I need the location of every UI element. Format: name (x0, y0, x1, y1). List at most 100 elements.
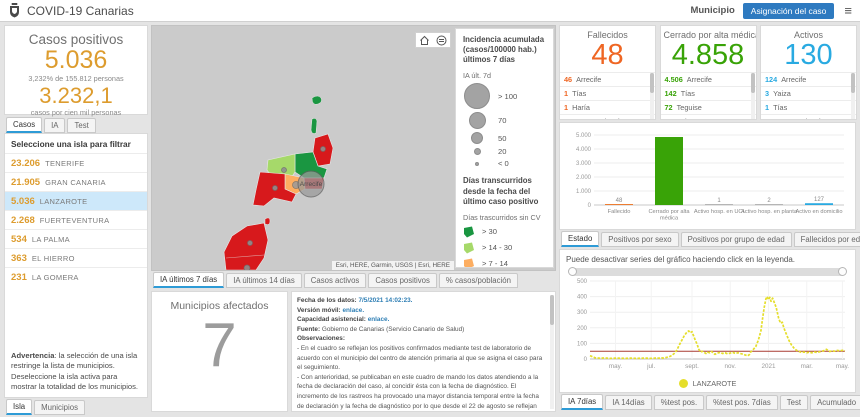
tab-acumulado[interactable]: Acumulado (810, 395, 860, 410)
tab-ia-últimos-14-días[interactable]: IA últimos 14 días (226, 273, 302, 288)
days-label: > 14 - 30 (482, 243, 513, 253)
tab-ia[interactable]: IA (44, 118, 66, 133)
stat-panel-fallecidos: Fallecidos4846Arrecife1Tías1Haría0San Ba… (559, 25, 656, 120)
island-label: FUERTEVENTURA (39, 215, 110, 225)
stat-row-arrecife[interactable]: 4.506 Arrecife (660, 71, 756, 86)
stat-row-tías[interactable]: 142 Tías (660, 85, 756, 100)
stat-row-yaiza[interactable]: 3 Yaiza (761, 85, 856, 100)
island-row-la-gomera[interactable]: 231 LA GOMERA (5, 267, 147, 286)
tab-test[interactable]: Test (779, 395, 809, 410)
slider-handle-right[interactable] (838, 267, 847, 276)
casos-percent-line: 3,232% de 155.812 personas (28, 74, 124, 84)
island-value: 2.268 (11, 214, 35, 226)
stat-scrollbar[interactable] (750, 73, 755, 119)
info-link[interactable]: 7/5/2021 14:02:23. (358, 297, 412, 304)
island-row-el-hierro[interactable]: 363 EL HIERRO (5, 248, 147, 267)
tab-%test-pos[interactable]: %test pos. (653, 395, 705, 410)
slider-handle-left[interactable] (568, 267, 577, 276)
tab-positivos-por-sexo[interactable]: Positivos por sexo (601, 232, 679, 247)
tab-estado[interactable]: Estado (561, 231, 600, 247)
tab-casos[interactable]: Casos (6, 117, 43, 133)
stat-row-san-bartolomé[interactable]: 0San Bartolomé (560, 113, 655, 119)
svg-text:may.: may. (836, 363, 849, 370)
tab-ia-7días[interactable]: IA 7días (561, 394, 604, 410)
timeline-line-chart: 0 100 200 300 400 500 may. jul. sept. nov. 2021 mar… (577, 279, 849, 370)
svg-text:4.000: 4.000 (576, 147, 592, 153)
stat-row-tías[interactable]: 1 Tías (560, 85, 655, 100)
timeline-range-slider[interactable] (568, 267, 847, 276)
svg-text:3.000: 3.000 (576, 161, 592, 167)
size-circle-icon (475, 161, 479, 166)
stat-row-haría[interactable]: 1 Haría (560, 99, 655, 114)
map-panel[interactable]: Arrecife Esri, HERE, Garmin, USGS | Esri… (151, 25, 556, 271)
stat-scrollbar[interactable] (851, 73, 855, 119)
stat-row-arrecife[interactable]: 124 Arrecife (761, 71, 856, 86)
stat-row-san-bartolomé[interactable]: 1San Bartolomé (761, 113, 856, 119)
stat-scrollbar[interactable] (650, 73, 654, 119)
casos-positivos-panel: Casos positivos 5.036 3,232% de 155.812 … (4, 25, 148, 117)
island-row-tenerife[interactable]: 23.206 TENERIFE (5, 153, 147, 172)
svg-text:300: 300 (577, 310, 588, 316)
size-circle-icon (471, 132, 483, 145)
info-text: Fecha de los datos: 7/5/2021 14:02:23. Ve… (292, 292, 555, 411)
svg-text:2021: 2021 (761, 363, 776, 370)
bar-activo-hosp-en-planta[interactable] (755, 204, 783, 205)
size-label: 50 (498, 133, 507, 143)
bar-activo-en-domicilio[interactable] (805, 203, 833, 205)
stat-row-yaiza[interactable]: 40Yaiza (660, 113, 756, 119)
svg-text:200: 200 (577, 326, 588, 332)
info-scrollbar[interactable] (550, 295, 554, 409)
tab-casos-positivos[interactable]: Casos positivos (368, 273, 437, 288)
legend-toggle-icon[interactable] (436, 35, 447, 46)
asignacion-del-caso-button[interactable]: Asignación del caso (742, 2, 835, 19)
tab-positivos-por-grupo-de-edad[interactable]: Positivos por grupo de edad (680, 232, 792, 247)
info-link[interactable]: enlace. (368, 316, 390, 323)
casos-positivos-title: Casos positivos (28, 32, 124, 47)
tab-ia-últimos-7-días[interactable]: IA últimos 7 días (153, 272, 225, 288)
home-icon[interactable] (419, 35, 430, 46)
svg-text:2: 2 (767, 198, 771, 204)
island-row-fuerteventura[interactable]: 2.268 FUERTEVENTURA (5, 210, 147, 229)
menu-icon[interactable]: ≡ (844, 4, 852, 17)
island-tabbar: Isla Municipios (6, 399, 85, 415)
island-value: 363 (11, 252, 27, 264)
island-row-lanzarote[interactable]: 5.036 LANZAROTE (5, 191, 147, 210)
stat-row-arrecife[interactable]: 46 Arrecife (560, 71, 655, 86)
map-islote[interactable] (310, 118, 318, 134)
tab-%-casos-población[interactable]: % casos/población (438, 273, 518, 288)
map-attribution: Esri, HERE, Garmin, USGS | Esri, HERE (331, 261, 454, 270)
stat-panels: Fallecidos4846Arrecife1Tías1Haría0San Ba… (559, 25, 857, 120)
tab-%test-pos-7días[interactable]: %test pos. 7días (706, 395, 778, 410)
tab-test[interactable]: Test (67, 118, 96, 133)
tab-casos-activos[interactable]: Casos activos (303, 273, 367, 288)
island-row-gran-canaria[interactable]: 21.905 GRAN CANARIA (5, 172, 147, 191)
svg-text:48: 48 (616, 198, 623, 204)
timeline-tabbar: IA 7días IA 14días %test pos. %test pos. 7d… (561, 394, 860, 410)
svg-text:sept.: sept. (685, 363, 699, 370)
bar-fallecido[interactable] (605, 204, 633, 205)
svg-text:mar.: mar. (801, 363, 813, 370)
legend-days-row: > 30 (463, 226, 546, 238)
legend-days-subtitle: Días trascurridos sin CV (463, 212, 541, 222)
days-label: > 7 - 14 (482, 259, 508, 268)
info-link[interactable]: enlace. (342, 307, 364, 314)
tab-fallecidos-por-edad-y-sexo[interactable]: Fallecidos por edad y sexo (793, 232, 860, 247)
bar-activo-hosp-en-uci[interactable] (705, 204, 733, 205)
stat-value: 130 (784, 39, 833, 71)
map-islote-sur[interactable] (264, 217, 271, 225)
stat-row-tías[interactable]: 1 Tías (761, 99, 856, 114)
island-value: 5.036 (11, 195, 35, 207)
tab-municipios[interactable]: Municipios (34, 400, 85, 415)
tab-isla[interactable]: Isla (6, 399, 33, 415)
bar-cerrado-por-alta-médica[interactable] (655, 136, 683, 205)
timeline-legend[interactable]: LANZAROTE (560, 379, 855, 388)
casos-tabbar: Casos IA Test (6, 117, 96, 133)
app-title: COVID-19 Canarias (27, 3, 134, 18)
island-value: 534 (11, 233, 27, 245)
tab-ia-14días[interactable]: IA 14días (605, 395, 652, 410)
island-row-la-palma[interactable]: 534 LA PALMA (5, 229, 147, 248)
timeline-hint: Puede desactivar series del gráfico haci… (566, 255, 796, 264)
legend-size-row: 20 (463, 147, 546, 156)
legend-days-classes: > 30> 14 - 30> 7 - 140 - 7 (463, 226, 546, 268)
stat-row-teguise[interactable]: 72 Teguise (660, 99, 756, 114)
